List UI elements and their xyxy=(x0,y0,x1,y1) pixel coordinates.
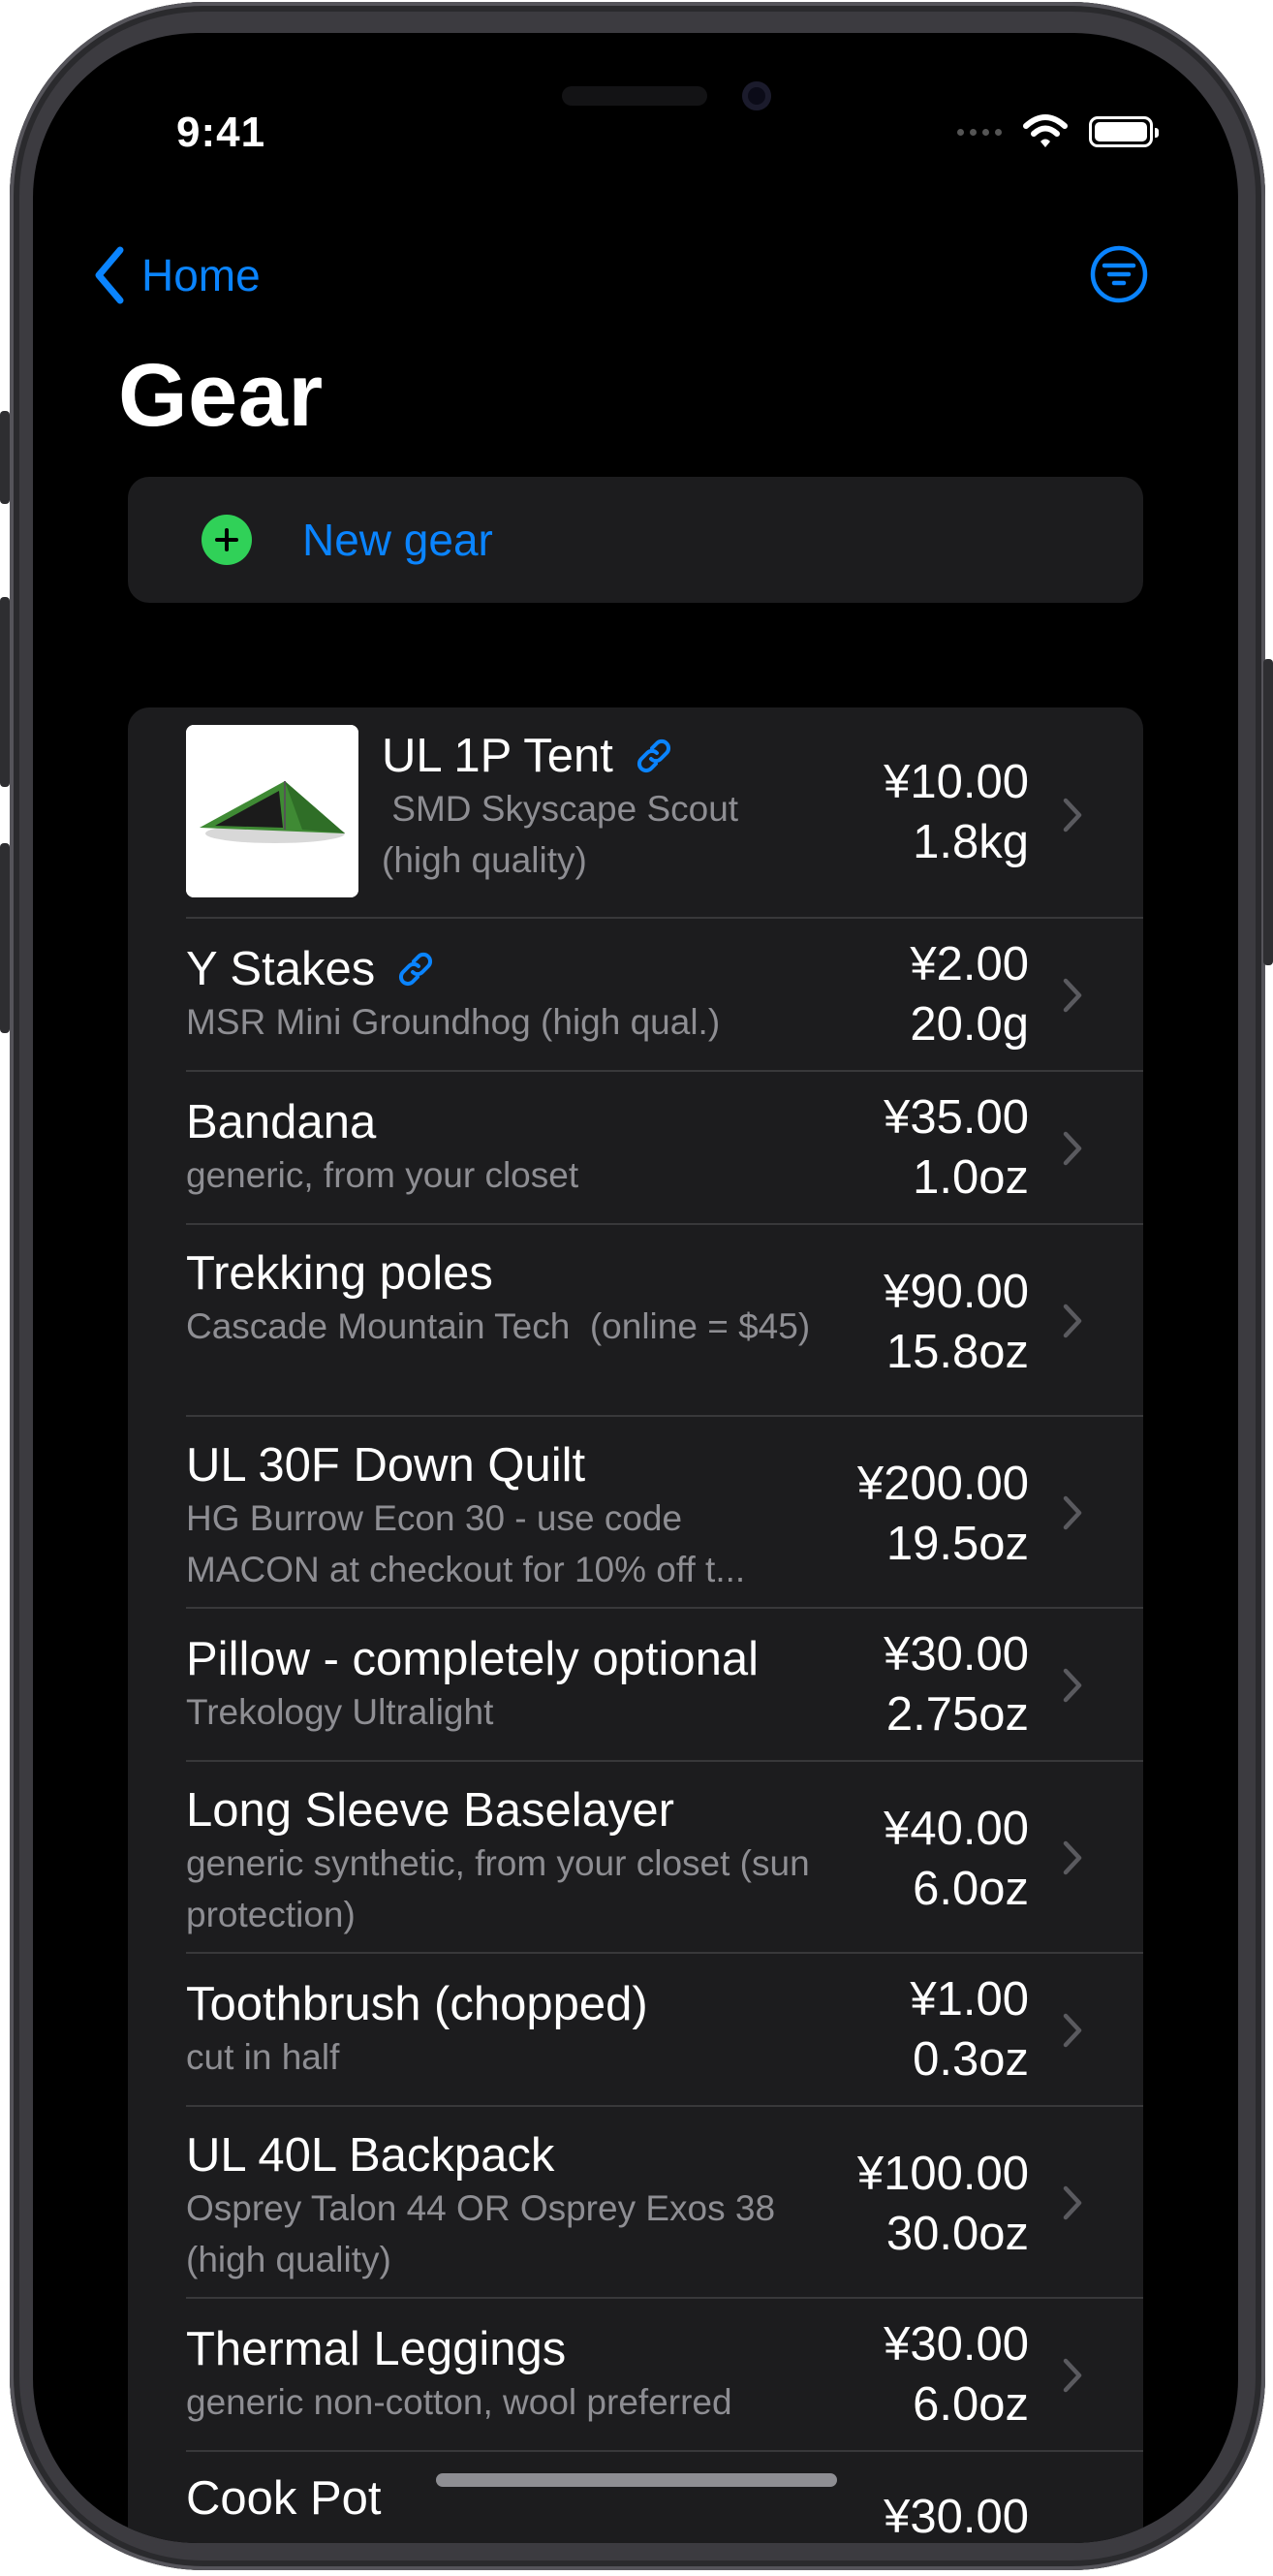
status-bar: 9:41 xyxy=(33,33,1238,207)
item-weight: 19.5oz xyxy=(885,1518,1029,1570)
item-price: ¥30.00 xyxy=(884,1628,1029,1681)
back-button[interactable]: Home xyxy=(93,246,261,304)
item-price: ¥2.00 xyxy=(910,938,1029,990)
battery-icon xyxy=(1089,116,1159,147)
item-description: MSR Mini Groundhog (high qual.) xyxy=(186,1002,721,1042)
page-title: Gear xyxy=(118,346,324,445)
item-description: generic non-cotton, wool preferred xyxy=(186,2382,732,2422)
item-weight: 6.0oz xyxy=(913,2378,1029,2431)
item-description: Osprey Talon 44 OR Osprey Exos 38 (high … xyxy=(186,2188,776,2279)
action-button xyxy=(0,411,10,504)
link-icon xyxy=(636,738,670,773)
status-time: 9:41 xyxy=(176,109,266,156)
item-description: generic, from your closet xyxy=(186,1155,579,1195)
chevron-left-icon xyxy=(95,246,124,304)
item-description: generic synthetic, from your closet (sun… xyxy=(186,1843,810,1934)
item-name: Y Stakes xyxy=(186,943,376,995)
new-gear-label: New gear xyxy=(302,515,493,565)
new-gear-button[interactable]: New gear xyxy=(128,477,1143,603)
item-name: Trekking poles xyxy=(186,1247,493,1300)
chevron-right-icon xyxy=(1063,1495,1082,1530)
item-weight: 30.0oz xyxy=(885,2208,1029,2260)
item-weight: 2.75oz xyxy=(885,1688,1029,1741)
chevron-right-icon xyxy=(1063,2185,1082,2220)
plus-circle-icon xyxy=(202,515,252,565)
chevron-right-icon xyxy=(1063,2358,1082,2393)
power-button xyxy=(1263,659,1273,965)
item-description: Cascade Mountain Tech (online = $45) xyxy=(186,1306,811,1346)
gear-row[interactable]: Long Sleeve Baselayer generic synthetic,… xyxy=(128,1762,1143,1954)
gear-row[interactable]: UL 1P Tent SMD Skyscape Scout (high qual… xyxy=(128,707,1143,919)
gear-row[interactable]: Toothbrush (chopped) cut in half ¥1.00 0… xyxy=(128,1954,1143,2107)
chevron-right-icon xyxy=(1063,1668,1082,1703)
item-price: ¥30.00 xyxy=(884,2318,1029,2371)
item-weight: 1.8kg xyxy=(913,816,1029,868)
item-weight: 1.0oz xyxy=(913,1151,1029,1204)
item-price: ¥40.00 xyxy=(884,1803,1029,1855)
chevron-right-icon xyxy=(1063,1304,1082,1338)
item-name: UL 40L Backpack xyxy=(186,2129,555,2182)
item-name: Toothbrush (chopped) xyxy=(186,1978,648,2030)
gear-row[interactable]: UL 40L Backpack Osprey Talon 44 OR Ospre… xyxy=(128,2107,1143,2299)
status-icons xyxy=(957,114,1159,149)
filter-icon[interactable] xyxy=(1089,244,1149,304)
item-name: Bandana xyxy=(186,1096,377,1148)
chevron-right-icon xyxy=(1063,1840,1082,1875)
volume-down-button xyxy=(0,843,10,1033)
gear-row[interactable]: Trekking poles Cascade Mountain Tech (on… xyxy=(128,1225,1143,1417)
item-name: UL 1P Tent xyxy=(382,730,613,782)
item-price: ¥1.00 xyxy=(910,1973,1029,2026)
back-label: Home xyxy=(141,250,261,300)
chevron-right-icon xyxy=(1063,978,1082,1013)
gear-row[interactable]: UL 30F Down Quilt HG Burrow Econ 30 - us… xyxy=(128,1417,1143,1609)
gear-row[interactable]: Thermal Leggings generic non-cotton, woo… xyxy=(128,2299,1143,2452)
link-icon xyxy=(399,952,433,987)
item-price: ¥90.00 xyxy=(884,1266,1029,1318)
item-name: Long Sleeve Baselayer xyxy=(186,1784,674,1837)
item-price: ¥200.00 xyxy=(856,1458,1029,1510)
item-description: HG Burrow Econ 30 - use code MACON at ch… xyxy=(186,1498,746,1589)
gear-row[interactable]: Cook Pot ¥30.00 xyxy=(128,2452,1143,2543)
item-weight: 20.0g xyxy=(910,998,1029,1051)
dynamic-island xyxy=(562,86,707,106)
item-name: Thermal Leggings xyxy=(186,2323,567,2375)
volume-up-button xyxy=(0,597,10,787)
chevron-right-icon xyxy=(1063,1131,1082,1166)
item-weight: 6.0oz xyxy=(913,1863,1029,1915)
item-price: ¥100.00 xyxy=(856,2148,1029,2200)
chevron-right-icon xyxy=(1063,2013,1082,2048)
wifi-icon xyxy=(1023,114,1068,147)
tent-thumbnail xyxy=(186,725,358,897)
screen: 9:41 Home Gear New gear UL 1P Tent SMD S… xyxy=(33,33,1238,2543)
item-price: ¥10.00 xyxy=(884,756,1029,808)
gear-list: UL 1P Tent SMD Skyscape Scout (high qual… xyxy=(128,707,1143,2543)
item-price: ¥35.00 xyxy=(884,1091,1029,1144)
front-camera xyxy=(742,81,771,110)
item-description: Trekology Ultralight xyxy=(186,1692,494,1732)
navigation-bar: Home xyxy=(33,217,1238,304)
item-weight: 15.8oz xyxy=(885,1326,1029,1378)
item-weight: 0.3oz xyxy=(913,2033,1029,2086)
chevron-right-icon xyxy=(1063,798,1082,832)
item-name: Pillow - completely optional xyxy=(186,1633,759,1685)
gear-row[interactable]: Y Stakes MSR Mini Groundhog (high qual.)… xyxy=(128,919,1143,1072)
item-description: SMD Skyscape Scout (high quality) xyxy=(382,789,749,880)
gear-row[interactable]: Bandana generic, from your closet ¥35.00… xyxy=(128,1072,1143,1225)
home-indicator[interactable] xyxy=(436,2473,837,2487)
item-description: cut in half xyxy=(186,2037,340,2077)
item-name: UL 30F Down Quilt xyxy=(186,1439,586,1492)
item-price: ¥30.00 xyxy=(884,2491,1029,2543)
gear-row[interactable]: Pillow - completely optional Trekology U… xyxy=(128,1609,1143,1762)
cellular-signal-icon xyxy=(957,128,1002,136)
